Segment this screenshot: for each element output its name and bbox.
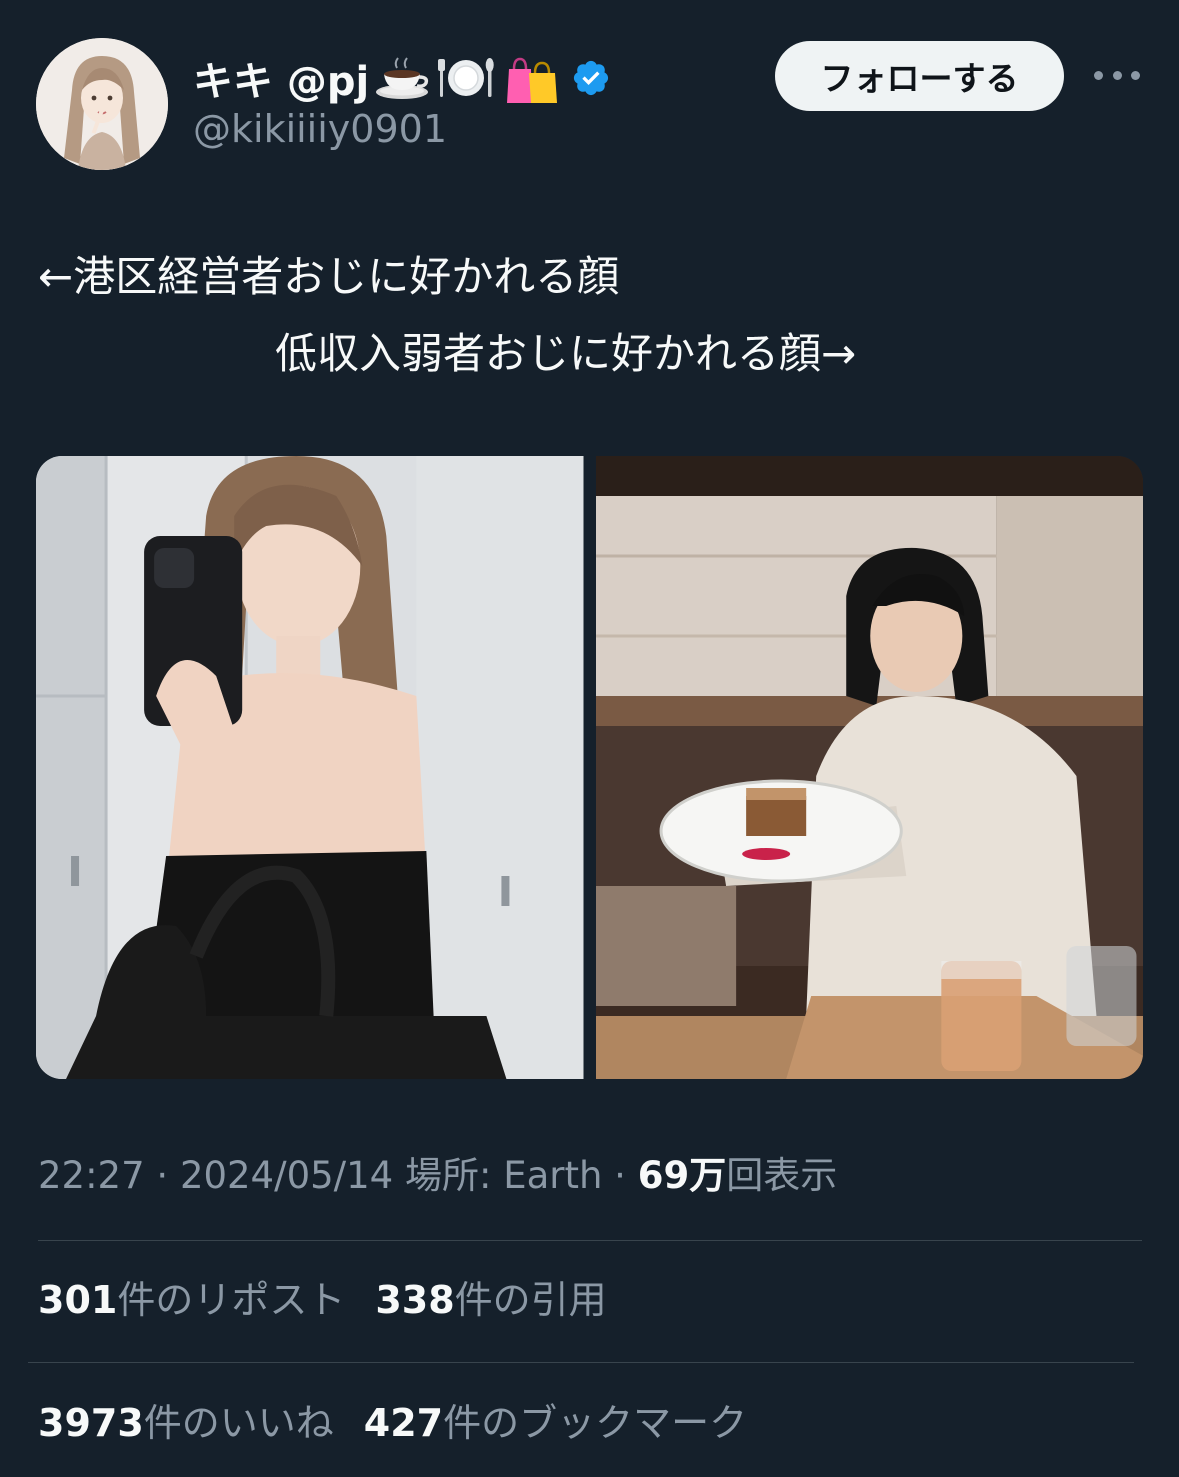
- reposts-stat[interactable]: 301件のリポスト: [38, 1272, 345, 1328]
- meta-separator: ·: [602, 1154, 638, 1197]
- plate-cutlery-icon: [437, 55, 495, 101]
- tweet-date[interactable]: 2024/05/14: [180, 1154, 393, 1197]
- verified-badge-icon[interactable]: [571, 58, 611, 98]
- tweet-text-line-1: ←港区経営者おじに好かれる顔: [38, 252, 620, 301]
- views-label: 回表示: [726, 1154, 838, 1197]
- follow-button[interactable]: フォローする: [775, 41, 1064, 111]
- media-photo-right[interactable]: [595, 456, 1143, 1079]
- more-dots-icon[interactable]: [1094, 60, 1140, 90]
- divider: [38, 1240, 1142, 1241]
- photo-mirror-selfie: [36, 456, 584, 1079]
- reposts-count: 301: [38, 1278, 118, 1322]
- likes-stat[interactable]: 3973件のいいね: [38, 1395, 334, 1451]
- stats-row-2: 3973件のいいね 427件のブックマーク: [38, 1395, 747, 1451]
- bookmarks-count: 427: [363, 1401, 444, 1445]
- author-handle[interactable]: @kikiiiiy0901: [193, 107, 447, 151]
- tweet-text-line-2: 低収入弱者おじに好かれる顔→: [275, 329, 857, 378]
- media-photo-left[interactable]: [36, 456, 584, 1079]
- shopping-bag-icon: [501, 51, 561, 105]
- reposts-label: 件のリポスト: [117, 1278, 346, 1322]
- coffee-cup-icon: [375, 56, 431, 100]
- media-grid: [36, 456, 1143, 1079]
- divider: [28, 1362, 1134, 1363]
- photo-restaurant-cake: [595, 456, 1143, 1079]
- likes-label: 件のいいね: [143, 1401, 334, 1445]
- stats-row-1: 301件のリポスト 338件の引用: [38, 1272, 607, 1328]
- author-name-row[interactable]: キキ @pj: [193, 48, 611, 108]
- bookmarks-stat[interactable]: 427件のブックマーク: [364, 1395, 747, 1451]
- display-name[interactable]: キキ @pj: [193, 49, 369, 107]
- avatar[interactable]: [36, 38, 168, 170]
- meta-separator: ·: [144, 1154, 180, 1197]
- avatar-illustration: [36, 38, 168, 170]
- quotes-count: 338: [375, 1278, 455, 1322]
- tweet-meta: 22:27 · 2024/05/14 場所: Earth · 69万回表示: [38, 1148, 837, 1204]
- bookmarks-label: 件のブックマーク: [443, 1401, 748, 1445]
- views-count[interactable]: 69万: [638, 1154, 727, 1197]
- likes-count: 3973: [38, 1401, 144, 1445]
- quotes-label: 件の引用: [454, 1278, 607, 1322]
- tweet-time[interactable]: 22:27: [38, 1154, 145, 1197]
- quotes-stat[interactable]: 338件の引用: [375, 1272, 606, 1328]
- tweet-location: 場所: Earth: [393, 1154, 603, 1197]
